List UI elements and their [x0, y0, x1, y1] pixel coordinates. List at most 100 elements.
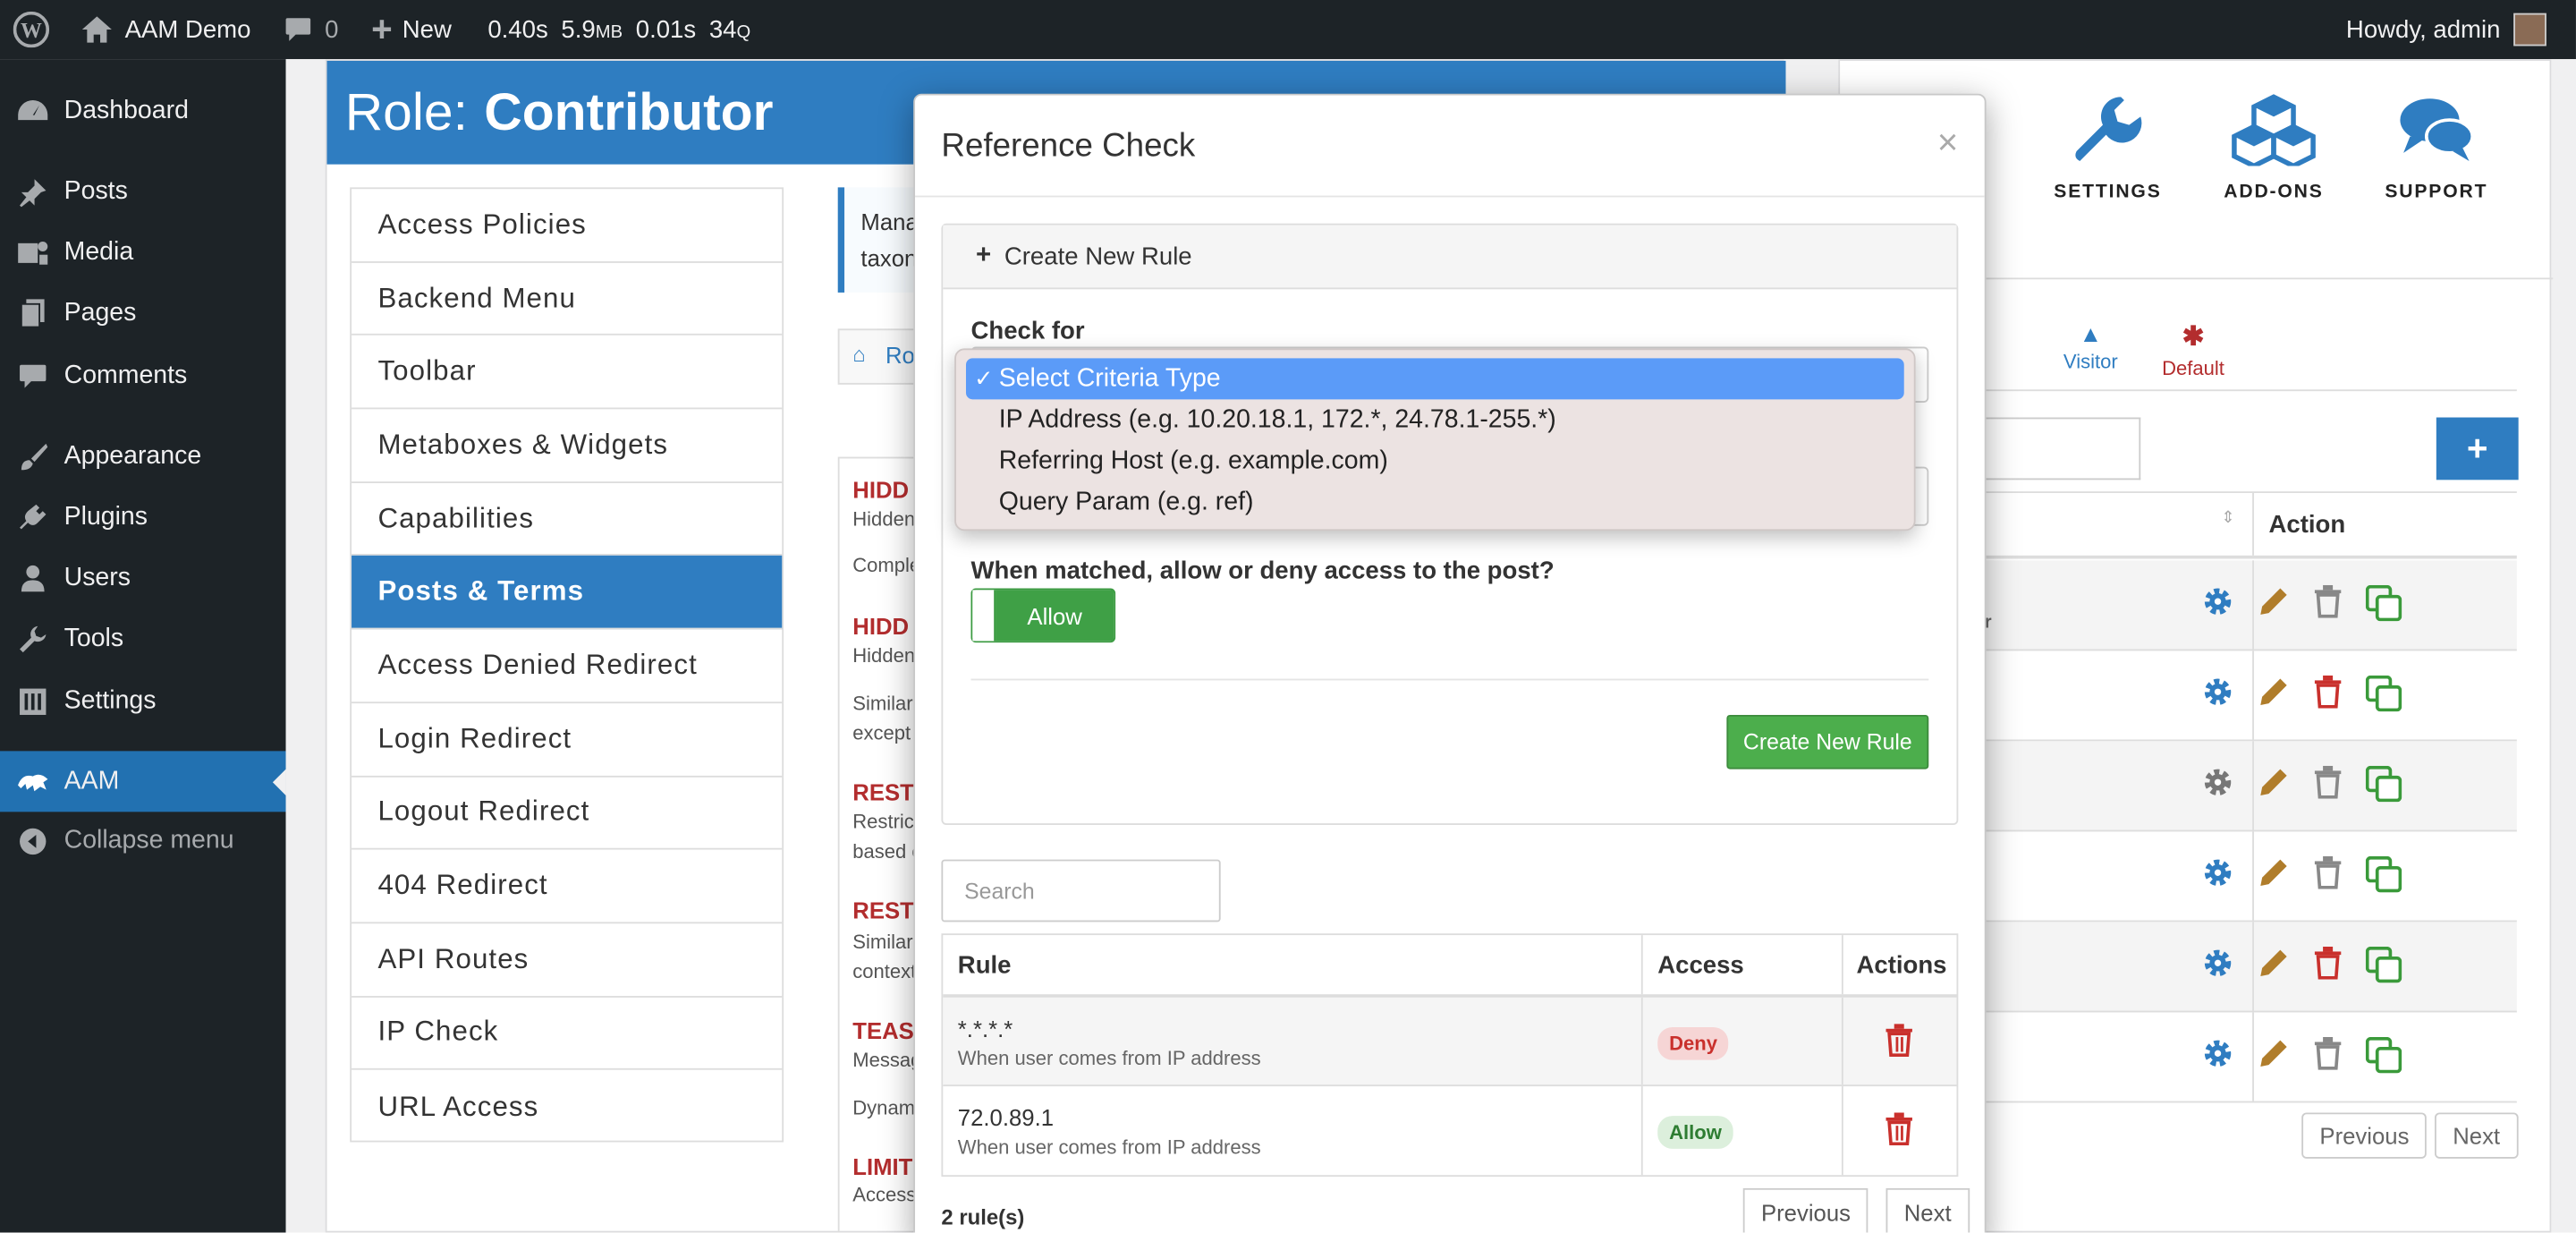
tab-api-routes[interactable]: API Routes — [352, 923, 783, 998]
roles-prev-button[interactable]: Previous — [2301, 1112, 2428, 1159]
sidebar-item-pages[interactable]: Pages — [0, 283, 286, 344]
rule-description: When user comes from IP address — [957, 1046, 1261, 1070]
dropdown-option-referring-host[interactable]: Referring Host (e.g. example.com) — [966, 440, 1904, 481]
setting-desc-5: Dynami — [852, 1096, 919, 1119]
tab-404-redirect[interactable]: 404 Redirect — [352, 850, 783, 923]
sidebar-item-appearance[interactable]: Appearance — [0, 426, 286, 487]
gear-icon[interactable] — [2201, 585, 2234, 630]
rule-value: *.*.*.* — [957, 1016, 1013, 1042]
role-actions — [2201, 584, 2402, 630]
sidebar-item-settings[interactable]: Settings — [0, 670, 286, 731]
check-for-label: Check for — [970, 317, 1085, 345]
tab-login-redirect[interactable]: Login Redirect — [352, 703, 783, 777]
copy-icon[interactable] — [2365, 584, 2402, 630]
header-rule: Rule — [957, 951, 1012, 980]
trash-icon[interactable] — [2313, 765, 2343, 811]
trash-icon[interactable] — [2313, 1036, 2343, 1082]
visitor-icon: ▲ — [2079, 320, 2103, 347]
dropdown-option-ip-address[interactable]: IP Address (e.g. 10.20.18.1, 172.*, 24.7… — [966, 399, 1904, 440]
copy-icon[interactable] — [2365, 675, 2402, 720]
allow-deny-toggle[interactable]: Allow — [970, 588, 1116, 643]
roles-next-button[interactable]: Next — [2434, 1112, 2519, 1159]
gear-icon[interactable] — [2201, 947, 2234, 991]
trash-icon[interactable] — [1885, 1112, 1914, 1153]
trash-icon[interactable] — [2313, 855, 2343, 901]
settings-link[interactable]: SETTINGS — [2034, 94, 2182, 202]
trash-icon[interactable] — [2313, 946, 2343, 991]
sort-icon[interactable]: ⇕ — [2221, 509, 2234, 527]
support-link[interactable]: SUPPORT — [2362, 94, 2510, 202]
gear-icon[interactable] — [2201, 1037, 2234, 1082]
tab-backend-menu[interactable]: Backend Menu — [352, 262, 783, 336]
role-name: Contributor — [484, 81, 774, 141]
tab-posts-terms[interactable]: Posts & Terms — [352, 556, 783, 630]
pencil-icon[interactable] — [2258, 766, 2291, 811]
copy-icon[interactable] — [2365, 946, 2402, 991]
tab-access-denied-redirect[interactable]: Access Denied Redirect — [352, 630, 783, 703]
tab-visitor[interactable]: ▲ Visitor — [2063, 320, 2118, 376]
role-actions — [2201, 1036, 2402, 1082]
new-content-link[interactable]: + New — [355, 0, 469, 59]
gear-icon[interactable] — [2201, 766, 2234, 811]
aam-icon — [16, 765, 49, 798]
sidebar-item-comments[interactable]: Comments — [0, 345, 286, 406]
current-menu-arrow — [272, 769, 286, 795]
tab-access-policies[interactable]: Access Policies — [352, 189, 783, 263]
rules-prev-button[interactable]: Previous — [1742, 1187, 1869, 1233]
setting-sub-3: Restrict — [852, 810, 919, 834]
dropdown-option-query-param[interactable]: Query Param (e.g. ref) — [966, 481, 1904, 523]
reference-check-modal: Reference Check × + Create New Rule Chec… — [913, 93, 1987, 1233]
status-badge: Allow — [1657, 1116, 1733, 1149]
add-role-button[interactable]: + — [2436, 417, 2519, 480]
sidebar-item-posts[interactable]: Posts — [0, 161, 286, 222]
rules-table-header: Rule Access Actions — [943, 935, 1957, 998]
trash-icon[interactable] — [2313, 584, 2343, 630]
add-ons-link[interactable]: ADD-ONS — [2199, 94, 2347, 202]
header-access: Access — [1657, 951, 1744, 980]
account-menu[interactable]: Howdy, admin — [2346, 0, 2546, 59]
create-rule-toggle[interactable]: + Create New Rule — [943, 225, 1957, 290]
copy-icon[interactable] — [2365, 1036, 2402, 1082]
tab-logout-redirect[interactable]: Logout Redirect — [352, 777, 783, 850]
status-badge: Deny — [1657, 1026, 1729, 1060]
rules-search-input[interactable]: Search — [941, 859, 1221, 923]
create-new-rule-button[interactable]: Create New Rule — [1726, 714, 1929, 770]
tab-ip-check[interactable]: IP Check — [352, 997, 783, 1071]
tab-url-access[interactable]: URL Access — [352, 1070, 782, 1144]
query-monitor-stats[interactable]: 0.40s 5.9MB 0.01s 34Q — [468, 0, 767, 59]
wordpress-logo-icon[interactable]: W — [0, 0, 65, 59]
sidebar-item-plugins[interactable]: Plugins — [0, 487, 286, 548]
sidebar-item-aam[interactable]: AAM — [0, 751, 286, 812]
tab-metaboxes-widgets[interactable]: Metaboxes & Widgets — [352, 409, 783, 483]
copy-icon[interactable] — [2365, 765, 2402, 811]
sidebar-item-media[interactable]: Media — [0, 222, 286, 283]
pencil-icon[interactable] — [2258, 947, 2291, 991]
gear-icon[interactable] — [2201, 676, 2234, 720]
info-text-1: Mana — [860, 208, 919, 235]
sidebar-item-dashboard[interactable]: Dashboard — [0, 81, 286, 141]
pencil-icon[interactable] — [2258, 1037, 2291, 1082]
tab-default[interactable]: ✱ Default — [2162, 320, 2224, 383]
sidebar-item-tools[interactable]: Tools — [0, 608, 286, 669]
pencil-icon[interactable] — [2258, 585, 2291, 630]
gear-icon[interactable] — [2201, 856, 2234, 901]
close-icon[interactable]: × — [1937, 122, 1959, 165]
comments-link[interactable]: 0 — [267, 0, 355, 59]
trash-icon[interactable] — [2313, 675, 2343, 720]
tab-capabilities[interactable]: Capabilities — [352, 483, 783, 557]
rules-next-button[interactable]: Next — [1885, 1187, 1970, 1233]
copy-icon[interactable] — [2365, 855, 2402, 901]
perf-db-time: 0.01s — [635, 15, 697, 44]
tab-toolbar[interactable]: Toolbar — [352, 336, 783, 410]
collapse-menu-button[interactable]: Collapse menu — [0, 810, 286, 871]
site-name-link[interactable]: AAM Demo — [65, 0, 267, 59]
dropdown-option-select-criteria[interactable]: ✓ Select Criteria Type — [965, 358, 1904, 400]
setting-desc-3: based o — [852, 839, 923, 863]
pencil-icon[interactable] — [2258, 676, 2291, 720]
sidebar-item-users[interactable]: Users — [0, 548, 286, 608]
pencil-icon[interactable] — [2258, 856, 2291, 901]
plus-icon: + — [371, 8, 393, 50]
comment-bubble-icon — [285, 18, 310, 41]
wrench-icon — [2075, 97, 2142, 161]
trash-icon[interactable] — [1885, 1024, 1914, 1065]
